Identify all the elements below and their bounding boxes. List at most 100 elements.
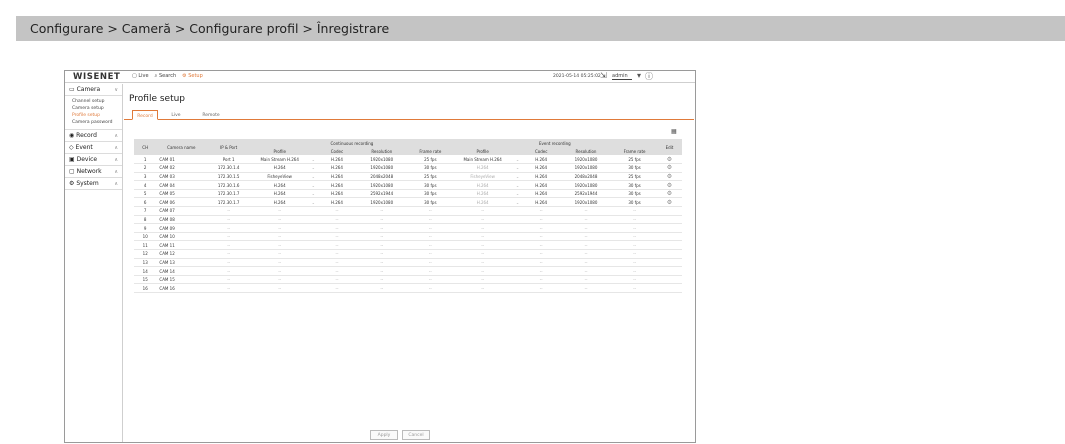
cell-e-profile[interactable]: H.264: [452, 189, 513, 199]
table-row[interactable]: 7 CAM 07 -- -- -- -- -- -- -- -- --: [134, 206, 682, 216]
cell-e-profile[interactable]: --: [452, 206, 513, 216]
table-row[interactable]: 6 CAM 06 172.30.1.7 H.264 ⌄ H.264 1920x1080 30 …: [134, 197, 682, 208]
cell-c-profile[interactable]: --: [251, 283, 309, 293]
chevron-down-icon[interactable]: ⌄: [308, 180, 319, 190]
cell-c-profile[interactable]: --: [251, 266, 309, 276]
table-row[interactable]: 3 CAM 03 172.30.1.5 FisheyeView ⌄ H.264 2048x2…: [134, 172, 682, 182]
chevron-down-icon[interactable]: ⌄: [308, 189, 319, 199]
tab-record[interactable]: Record: [132, 110, 158, 120]
chevron-down-icon[interactable]: [308, 275, 319, 285]
cell-c-profile[interactable]: --: [251, 258, 309, 268]
chevron-down-icon[interactable]: [308, 223, 319, 233]
table-row[interactable]: 4 CAM 04 172.30.1.6 H.264 ⌄ H.264 1920x1080 30 …: [134, 180, 682, 190]
cell-e-profile[interactable]: --: [452, 275, 513, 285]
edit-gear-icon[interactable]: ⚙: [656, 189, 682, 199]
dropdown-icon[interactable]: ▾: [637, 71, 641, 80]
chevron-down-icon[interactable]: ⌄: [512, 163, 523, 173]
table-row[interactable]: 8 CAM 08 -- -- -- -- -- -- -- -- --: [134, 215, 682, 225]
cell-c-profile[interactable]: H.264: [251, 197, 309, 208]
chevron-down-icon[interactable]: ⌄: [512, 172, 523, 182]
chevron-down-icon[interactable]: [512, 266, 523, 276]
sidebar-event[interactable]: ◇ Event ∧: [65, 142, 122, 154]
nav-search[interactable]: ⌕ Search: [155, 73, 177, 79]
chevron-down-icon[interactable]: [308, 206, 319, 216]
edit-gear-icon[interactable]: ⚙: [656, 180, 682, 190]
sidebar-device[interactable]: ▣ Device ∧: [65, 154, 122, 166]
sidebar-item-camera-password[interactable]: Camera password: [65, 119, 122, 126]
cell-e-profile[interactable]: --: [452, 283, 513, 293]
chevron-down-icon[interactable]: [308, 232, 319, 242]
sidebar-record[interactable]: ◉ Record ∧: [65, 130, 122, 142]
chevron-down-icon[interactable]: ⌄: [308, 155, 319, 165]
table-row[interactable]: 15 CAM 15 -- -- -- -- -- -- -- -- --: [134, 275, 682, 285]
cell-c-profile[interactable]: Main Stream H.264: [251, 155, 309, 165]
chevron-down-icon[interactable]: [308, 215, 319, 225]
chevron-down-icon[interactable]: [512, 249, 523, 259]
table-row[interactable]: 12 CAM 12 -- -- -- -- -- -- -- -- --: [134, 249, 682, 259]
chevron-down-icon[interactable]: [512, 232, 523, 242]
cell-e-profile[interactable]: Main Stream H.264: [452, 155, 513, 165]
cell-e-profile[interactable]: --: [452, 223, 513, 233]
cell-c-profile[interactable]: --: [251, 249, 309, 259]
cancel-button[interactable]: Cancel: [402, 430, 430, 440]
sidebar-system[interactable]: ⚙ System ∧: [65, 178, 122, 190]
table-row[interactable]: 16 CAM 16 -- -- -- -- -- -- -- -- --: [134, 283, 682, 293]
chevron-down-icon[interactable]: ⌄: [512, 197, 523, 208]
chevron-down-icon[interactable]: [308, 258, 319, 268]
chevron-down-icon[interactable]: [308, 249, 319, 259]
table-row[interactable]: 13 CAM 13 -- -- -- -- -- -- -- -- --: [134, 258, 682, 268]
sidebar-item-profile-setup[interactable]: Profile setup: [65, 112, 122, 119]
chevron-down-icon[interactable]: [512, 215, 523, 225]
chevron-down-icon[interactable]: ⌄: [308, 163, 319, 173]
chevron-down-icon[interactable]: ⌄: [308, 197, 319, 208]
help-icon[interactable]: ⓘ: [645, 71, 653, 82]
tab-live[interactable]: Live: [164, 110, 188, 120]
chevron-down-icon[interactable]: ⌄: [512, 155, 523, 165]
chevron-down-icon[interactable]: [512, 275, 523, 285]
edit-gear-icon[interactable]: ⚙: [656, 155, 682, 165]
tab-remote[interactable]: Remote: [196, 110, 226, 120]
grid-view-icon[interactable]: ▦: [671, 128, 677, 135]
edit-gear-icon[interactable]: ⚙: [656, 163, 682, 173]
cell-e-profile[interactable]: H.264: [452, 163, 513, 173]
chevron-down-icon[interactable]: [512, 240, 523, 251]
cell-e-profile[interactable]: --: [452, 266, 513, 276]
cell-c-profile[interactable]: --: [251, 275, 309, 285]
cell-c-profile[interactable]: --: [251, 240, 309, 251]
cell-e-profile[interactable]: --: [452, 249, 513, 259]
chevron-down-icon[interactable]: [308, 283, 319, 293]
edit-gear-icon[interactable]: ⚙: [656, 172, 682, 182]
export-icon[interactable]: ⇲: [600, 71, 607, 80]
sidebar-camera[interactable]: ▭ Camera ∨: [65, 84, 122, 96]
cell-c-profile[interactable]: H.264: [251, 163, 309, 173]
nav-setup[interactable]: ⚙ Setup: [182, 73, 203, 79]
user-menu[interactable]: admin: [612, 73, 632, 80]
cell-c-profile[interactable]: --: [251, 232, 309, 242]
edit-gear-icon[interactable]: ⚙: [656, 197, 682, 208]
cell-e-profile[interactable]: FisheyeView: [452, 172, 513, 182]
chevron-down-icon[interactable]: [512, 283, 523, 293]
cell-c-profile[interactable]: H.264: [251, 189, 309, 199]
cell-e-profile[interactable]: --: [452, 215, 513, 225]
chevron-down-icon[interactable]: [512, 223, 523, 233]
chevron-down-icon[interactable]: ⌄: [512, 180, 523, 190]
cell-c-profile[interactable]: H.264: [251, 180, 309, 190]
cell-e-profile[interactable]: H.264: [452, 180, 513, 190]
cell-c-profile[interactable]: --: [251, 206, 309, 216]
sidebar-item-camera-setup[interactable]: Camera setup: [65, 105, 122, 112]
table-row[interactable]: 9 CAM 09 -- -- -- -- -- -- -- -- --: [134, 223, 682, 233]
nav-live[interactable]: ▢ Live: [132, 73, 149, 79]
cell-e-profile[interactable]: H.264: [452, 197, 513, 208]
table-row[interactable]: 5 CAM 05 172.30.1.7 H.264 ⌄ H.264 2592x1944 30 …: [134, 189, 682, 199]
sidebar-network[interactable]: ▢ Network ∧: [65, 166, 122, 178]
cell-c-profile[interactable]: --: [251, 223, 309, 233]
table-row[interactable]: 14 CAM 14 -- -- -- -- -- -- -- -- --: [134, 266, 682, 276]
table-row[interactable]: 2 CAM 02 172.30.1.4 H.264 ⌄ H.264 1920x1080 30 …: [134, 163, 682, 173]
chevron-down-icon[interactable]: ⌄: [308, 172, 319, 182]
apply-button[interactable]: Apply: [370, 430, 398, 440]
chevron-down-icon[interactable]: [512, 258, 523, 268]
cell-c-profile[interactable]: --: [251, 215, 309, 225]
cell-e-profile[interactable]: --: [452, 240, 513, 251]
table-row[interactable]: 11 CAM 11 -- -- -- -- -- -- -- -- --: [134, 240, 682, 251]
cell-e-profile[interactable]: --: [452, 232, 513, 242]
